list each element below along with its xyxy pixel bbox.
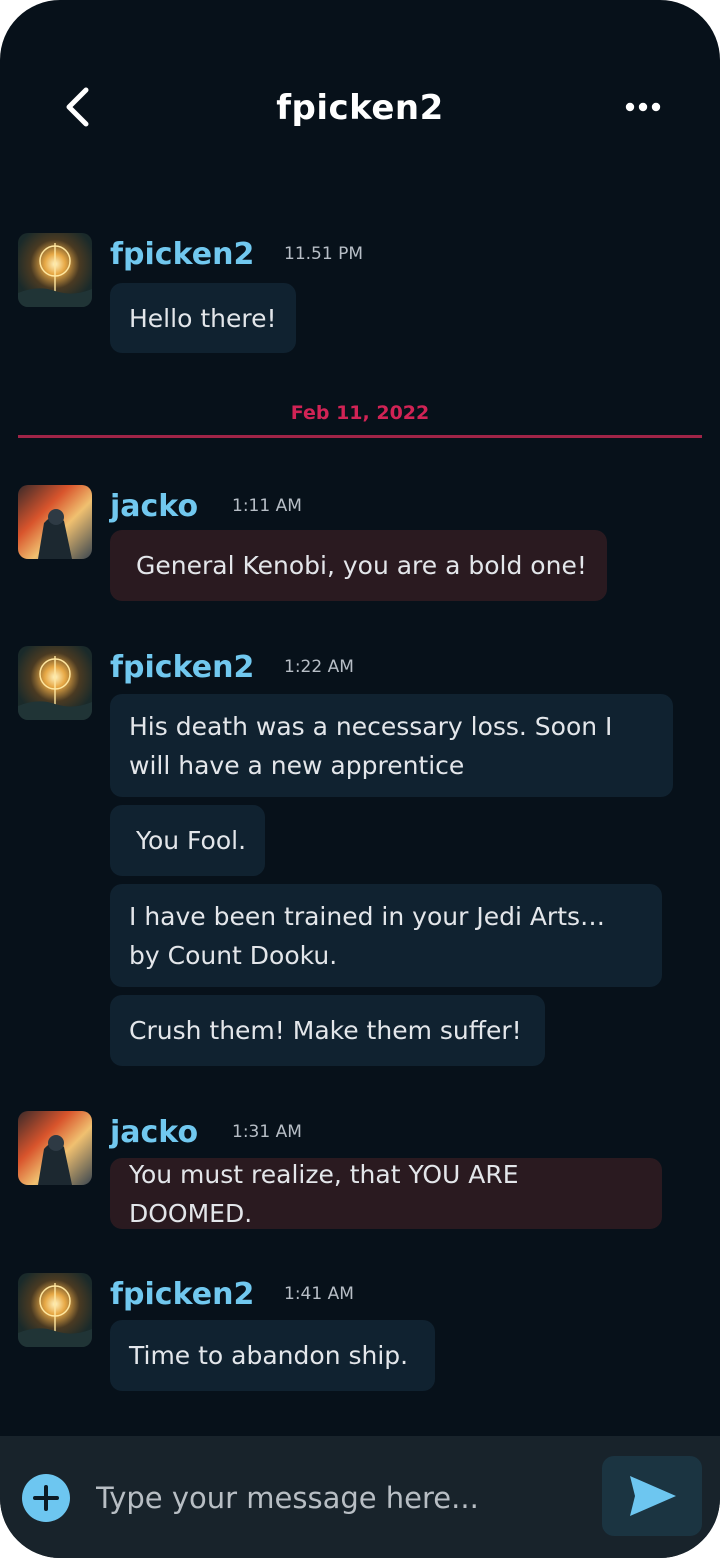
page-title: fpicken2 xyxy=(276,88,444,128)
fantasy-character-avatar-image xyxy=(18,1111,92,1185)
elden-ring-avatar-image xyxy=(18,646,92,720)
avatar[interactable] xyxy=(18,233,92,307)
more-options-button[interactable] xyxy=(622,94,666,120)
message-bubble[interactable]: I have been trained in your Jedi Arts… b… xyxy=(110,884,662,987)
message-bubble[interactable]: Crush them! Make them suffer! xyxy=(110,995,545,1066)
message-timestamp: 1:22 AM xyxy=(284,657,354,677)
add-attachment-button[interactable] xyxy=(22,1474,70,1522)
elden-ring-avatar-image xyxy=(18,1273,92,1347)
chat-header: fpicken2 xyxy=(0,0,720,210)
elden-ring-avatar-image xyxy=(18,233,92,307)
send-icon xyxy=(630,1476,676,1516)
message-bubble[interactable]: You Fool. xyxy=(110,805,265,876)
message-timestamp: 11.51 PM xyxy=(284,244,363,264)
date-divider-line xyxy=(18,435,702,438)
message-input[interactable] xyxy=(96,1474,586,1522)
send-button[interactable] xyxy=(602,1456,702,1536)
message-bubble[interactable]: Time to abandon ship. xyxy=(110,1320,435,1391)
message-bubble[interactable]: His death was a necessary loss. Soon I w… xyxy=(110,694,673,797)
fantasy-character-avatar-image xyxy=(18,485,92,559)
message-timestamp: 1:41 AM xyxy=(284,1284,354,1304)
chat-screen: fpicken2 fpicken2 11.51 PM Hello there! … xyxy=(0,0,720,1558)
message-timestamp: 1:11 AM xyxy=(232,496,302,516)
message-bubble[interactable]: You must realize, that YOU ARE DOOMED. xyxy=(110,1158,662,1229)
avatar[interactable] xyxy=(18,646,92,720)
message-username: fpicken2 xyxy=(110,1277,255,1312)
message-timestamp: 1:31 AM xyxy=(232,1122,302,1142)
message-username: fpicken2 xyxy=(110,237,255,272)
avatar[interactable] xyxy=(18,485,92,559)
avatar[interactable] xyxy=(18,1273,92,1347)
message-username: jacko xyxy=(110,1115,199,1150)
message-bubble[interactable]: General Kenobi, you are a bold one! xyxy=(110,530,607,601)
more-horizontal-icon xyxy=(625,102,661,112)
message-username: fpicken2 xyxy=(110,650,255,685)
message-username: jacko xyxy=(110,489,199,524)
message-composer xyxy=(0,1436,720,1558)
plus-icon xyxy=(33,1485,59,1511)
message-bubble[interactable]: Hello there! xyxy=(110,283,296,353)
avatar[interactable] xyxy=(18,1111,92,1185)
date-divider-label: Feb 11, 2022 xyxy=(290,402,430,424)
